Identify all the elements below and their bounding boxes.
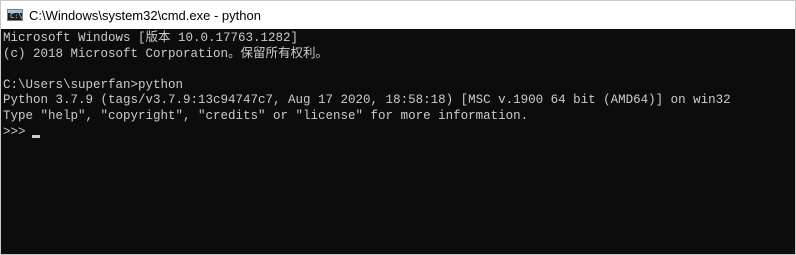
console-line-help-hint: Type "help", "copyright", "credits" or "…: [3, 108, 529, 123]
console-output: Microsoft Windows [版本 10.0.17763.1282] (…: [3, 31, 795, 140]
python-prompt: >>>: [3, 124, 26, 139]
console-line-command: C:\Users\superfan>python: [3, 77, 184, 92]
console-line-python-version: Python 3.7.9 (tags/v3.7.9:13c94747c7, Au…: [3, 93, 731, 108]
title-bar[interactable]: C:\ C:\Windows\system32\cmd.exe - python: [1, 1, 795, 29]
window-title: C:\Windows\system32\cmd.exe - python: [29, 7, 261, 23]
console-prompt-line[interactable]: >>>: [3, 125, 795, 141]
cmd-window: C:\ C:\Windows\system32\cmd.exe - python…: [0, 0, 796, 255]
console-line-version: Microsoft Windows [版本 10.0.17763.1282]: [3, 31, 299, 45]
console-area[interactable]: Microsoft Windows [版本 10.0.17763.1282] (…: [1, 29, 795, 254]
console-line-blank: [3, 62, 795, 78]
console-line-copyright: (c) 2018 Microsoft Corporation。保留所有权利。: [3, 46, 329, 61]
text-cursor: [31, 135, 40, 139]
cmd-icon[interactable]: C:\: [7, 9, 23, 21]
cmd-icon-glyph: C:\: [10, 12, 23, 20]
